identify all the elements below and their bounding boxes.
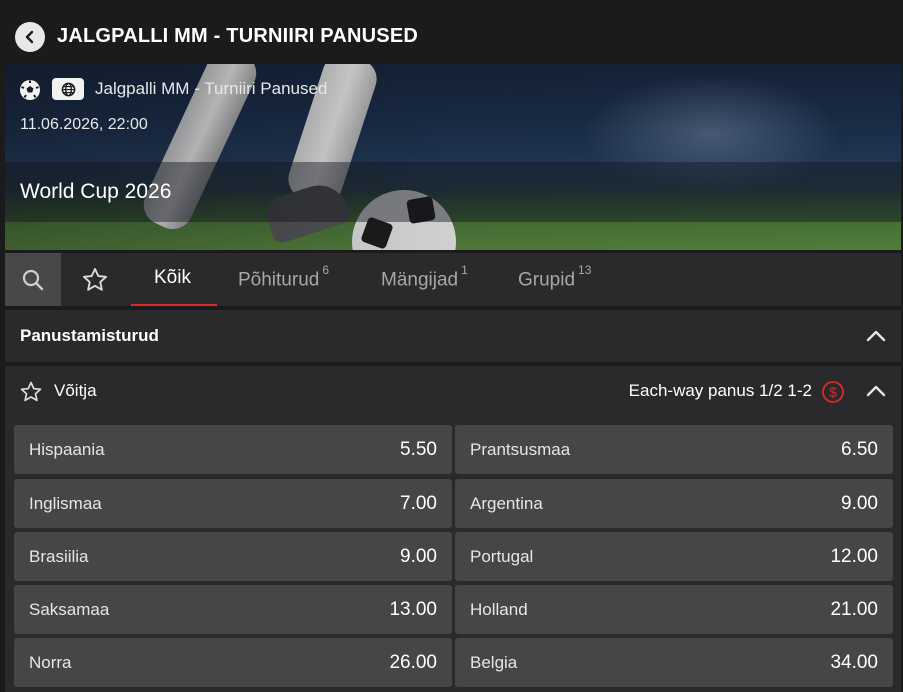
outcome-name: Saksamaa <box>29 600 110 619</box>
favourites-tab[interactable] <box>75 263 115 297</box>
tab-count: 6 <box>322 263 330 277</box>
breadcrumb[interactable]: Jalgpalli MM - Turniiri Panused <box>95 79 327 99</box>
section-title: Panustamisturud <box>20 326 159 345</box>
odds-button[interactable]: Inglismaa 7.00 <box>14 479 452 528</box>
outcome-name: Hispaania <box>29 440 105 459</box>
outcome-name: Portugal <box>470 547 534 566</box>
outcome-price: 26.00 <box>389 652 437 673</box>
search-button[interactable] <box>5 253 61 306</box>
tab-label: Grupid <box>518 269 576 291</box>
outcome-name: Belgia <box>470 653 518 672</box>
outcome-price: 7.00 <box>400 493 437 514</box>
active-tab-indicator <box>131 304 217 306</box>
odds-button[interactable]: Prantsusmaa 6.50 <box>455 425 893 474</box>
outcome-name: Prantsusmaa <box>470 440 571 459</box>
back-button[interactable] <box>15 22 45 52</box>
tab-count: 13 <box>578 263 592 277</box>
tab-count: 1 <box>461 263 468 277</box>
event-name: World Cup 2026 <box>20 180 172 203</box>
outcome-name: Argentina <box>470 494 543 513</box>
odds-button[interactable]: Argentina 9.00 <box>455 479 893 528</box>
odds-button[interactable]: Norra 26.00 <box>14 638 452 687</box>
odds-button[interactable]: Saksamaa 13.00 <box>14 585 452 634</box>
tab-main-markets[interactable]: Põhiturud 6 <box>238 263 329 291</box>
event-banner: Jalgpalli MM - Turniiri Panused 11.06.20… <box>5 64 901 250</box>
odds-button[interactable]: Belgia 34.00 <box>455 638 893 687</box>
outcome-price: 9.00 <box>400 546 437 567</box>
tab-all[interactable]: Kõik <box>154 267 191 289</box>
globe-icon <box>61 82 75 96</box>
market-title: Võitja <box>54 381 97 400</box>
odds-button[interactable]: Brasiilia 9.00 <box>14 532 452 581</box>
outcome-name: Holland <box>470 600 528 619</box>
odds-button[interactable]: Hispaania 5.50 <box>14 425 452 474</box>
outcome-price: 9.00 <box>841 493 878 514</box>
tab-label: Mängijad <box>381 269 459 291</box>
odds-button[interactable]: Holland 21.00 <box>455 585 893 634</box>
each-way-terms: Each-way panus 1/2 1-2 <box>628 381 812 400</box>
outcome-name: Norra <box>29 653 72 672</box>
search-icon <box>22 269 44 290</box>
page-title: JALGPALLI MM - TURNIIRI PANUSED <box>57 25 419 47</box>
top-bar: JALGPALLI MM - TURNIIRI PANUSED <box>0 0 903 64</box>
outcome-price: 13.00 <box>389 599 437 620</box>
soccer-ball-icon <box>20 80 40 100</box>
odds-button[interactable]: Portugal 12.00 <box>455 532 893 581</box>
outcome-name: Brasiilia <box>29 547 89 566</box>
market-tabs: Kõik Põhiturud 6 Mängijad 1 Grupid 13 <box>5 253 901 306</box>
outcome-name: Inglismaa <box>29 494 102 513</box>
tab-groups[interactable]: Grupid 13 <box>518 263 591 291</box>
tab-label: Kõik <box>154 267 191 288</box>
outcome-price: 12.00 <box>830 546 878 567</box>
star-icon <box>82 267 108 291</box>
outcome-price: 5.50 <box>400 439 437 460</box>
markets-section-header[interactable]: Panustamisturud <box>5 310 901 362</box>
star-icon[interactable] <box>19 380 43 404</box>
outcome-price: 21.00 <box>830 599 878 620</box>
tab-label: Põhiturud <box>238 269 320 291</box>
chevron-left-icon <box>25 30 34 44</box>
svg-text:$: $ <box>829 384 837 400</box>
outcome-price: 6.50 <box>841 439 878 460</box>
chevron-up-icon[interactable] <box>865 382 887 400</box>
outcome-price: 34.00 <box>830 652 878 673</box>
event-datetime: 11.06.2026, 22:00 <box>20 116 148 133</box>
tab-players[interactable]: Mängijad 1 <box>381 263 468 291</box>
region-badge <box>52 78 84 100</box>
dollar-coin-icon[interactable]: $ <box>821 380 845 404</box>
chevron-up-icon[interactable] <box>865 327 887 345</box>
